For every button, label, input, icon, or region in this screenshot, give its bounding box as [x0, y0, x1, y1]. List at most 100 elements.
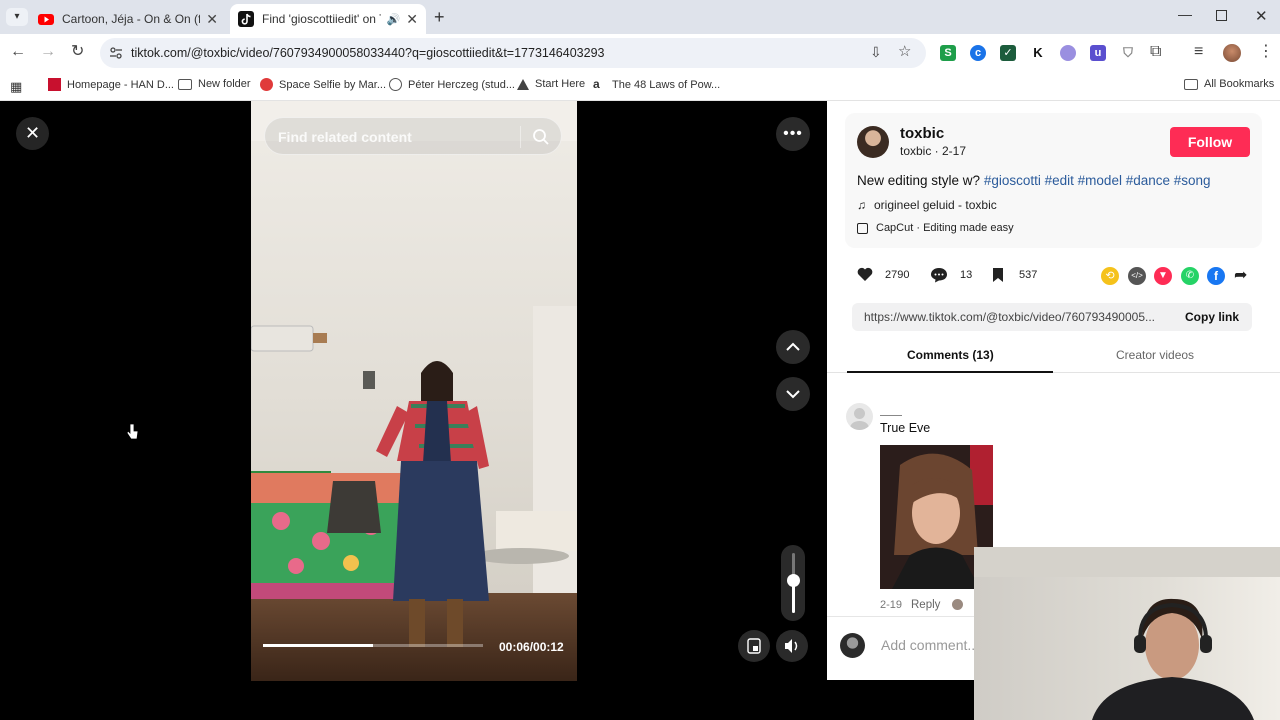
sound-label: origineel geluid - toxbic	[874, 198, 997, 212]
reply-button[interactable]: Reply	[911, 599, 940, 611]
back-icon[interactable]: ←	[10, 44, 26, 60]
whatsapp-icon[interactable]: ✆	[1181, 267, 1199, 285]
url-text: tiktok.com/@toxbic/video/760793490005803…	[131, 46, 605, 60]
bookmark-label: Start Here	[535, 78, 586, 90]
repost-icon[interactable]: ⟲	[1101, 267, 1119, 285]
extension-check-icon[interactable]: ✓	[1000, 45, 1016, 61]
volume-button[interactable]	[776, 630, 808, 662]
amazon-icon: a	[593, 77, 600, 91]
post-info-card: toxbic toxbic · 2-17 Follow New editing …	[845, 113, 1262, 248]
tab-comments[interactable]: Comments (13)	[907, 348, 994, 362]
capcut-link[interactable]: CapCut · Editing made easy	[857, 222, 1014, 234]
bookmark-48-laws[interactable]: a The 48 Laws of Pow...	[593, 78, 720, 91]
extension-shield-icon[interactable]: ⛉	[1120, 45, 1136, 61]
close-window-button[interactable]: ✕	[1255, 7, 1268, 25]
extension-u-icon[interactable]: u	[1090, 45, 1106, 61]
next-video-button[interactable]	[776, 377, 810, 411]
avatar[interactable]	[857, 126, 889, 158]
close-video-button[interactable]: ✕	[16, 117, 49, 150]
heart-icon	[857, 267, 873, 281]
menu-icon[interactable]: ⋮	[1258, 44, 1274, 60]
tab-youtube[interactable]: Cartoon, Jéja - On & On (feat. D ✕	[30, 4, 226, 34]
embed-icon[interactable]: </>	[1128, 267, 1146, 285]
extensions-puzzle-icon[interactable]: ⧉	[1150, 44, 1161, 60]
copy-link-button[interactable]: Copy link	[1185, 310, 1239, 324]
bookmark-label: Space Selfie by Mar...	[279, 78, 386, 91]
search-icon[interactable]	[532, 128, 550, 146]
tab-title: Cartoon, Jéja - On & On (feat. D	[62, 12, 201, 26]
hashtag-link[interactable]: #song	[1174, 173, 1211, 188]
apps-icon[interactable]: ▦	[10, 79, 22, 95]
minimize-button[interactable]: —	[1178, 6, 1192, 22]
previous-video-button[interactable]	[776, 330, 810, 364]
comment-avatar[interactable]	[846, 403, 873, 430]
bookmark-star-icon[interactable]: ☆	[898, 44, 911, 59]
folder-icon	[1184, 78, 1198, 90]
tab-tiktok[interactable]: Find 'gioscottiiedit' on TikTok 🔊 ✕	[230, 4, 426, 34]
find-related-search[interactable]: Find related content	[264, 117, 562, 155]
search-divider	[520, 126, 521, 148]
volume-knob[interactable]	[787, 574, 800, 587]
media-control-icon[interactable]: ≡	[1194, 44, 1203, 60]
video-frame[interactable]: Find related content 00:06/00:12	[251, 101, 577, 681]
video-progress-fill	[263, 644, 373, 647]
restore-button[interactable]	[1216, 10, 1227, 21]
follow-button[interactable]: Follow	[1170, 127, 1250, 157]
bookmark-label: The 48 Laws of Pow...	[612, 78, 721, 91]
comment-button[interactable]: 13	[930, 267, 972, 283]
volume-slider[interactable]	[781, 545, 805, 621]
capcut-label: CapCut · Editing made easy	[876, 222, 1014, 234]
mouse-cursor-icon	[127, 423, 139, 440]
bookmark-start-here[interactable]: Start Here	[517, 78, 585, 90]
tab-strip: ▾ Cartoon, Jéja - On & On (feat. D ✕ Fin…	[0, 0, 1280, 34]
profile-avatar[interactable]	[1223, 44, 1241, 62]
facebook-icon[interactable]: f	[1207, 267, 1225, 285]
extension-c-icon[interactable]: c	[970, 45, 986, 61]
tab-search-button[interactable]: ▾	[6, 8, 28, 26]
floating-player-button[interactable]	[738, 630, 770, 662]
sound-link[interactable]: ♫ origineel geluid - toxbic	[857, 198, 997, 212]
bookmarks-bar: ▦ Homepage - HAN D... New folder Space S…	[0, 72, 1280, 101]
extension-k-icon[interactable]: K	[1030, 45, 1046, 61]
tab-creator-videos[interactable]: Creator videos	[1116, 348, 1194, 362]
hashtag-link[interactable]: #edit	[1045, 173, 1074, 188]
address-bar[interactable]: tiktok.com/@toxbic/video/760793490005803…	[100, 38, 926, 68]
send-icon[interactable]: ▼	[1154, 267, 1172, 285]
browser-toolbar: ← → ↻ tiktok.com/@toxbic/video/760793490…	[0, 34, 1280, 72]
video-progress-track[interactable]	[263, 644, 483, 647]
like-button[interactable]: 2790	[857, 267, 909, 282]
music-note-icon: ♫	[857, 198, 866, 212]
hashtag-link[interactable]: #dance	[1126, 173, 1170, 188]
close-tab-icon[interactable]: ✕	[206, 11, 218, 28]
reload-icon[interactable]: ↻	[71, 44, 84, 60]
add-comment-placeholder: Add comment...	[881, 637, 980, 653]
new-tab-button[interactable]: +	[434, 7, 445, 28]
share-arrow-icon[interactable]: ➦	[1234, 265, 1247, 285]
tab-active-indicator	[847, 371, 1053, 373]
bookmark-homepage[interactable]: Homepage - HAN D...	[48, 78, 174, 91]
save-button[interactable]: 537	[991, 267, 1037, 283]
bookmark-new-folder[interactable]: New folder	[178, 78, 251, 90]
speaker-icon[interactable]: 🔊	[387, 13, 401, 26]
extension-s-icon[interactable]: S	[940, 45, 956, 61]
extension-cloud-icon[interactable]	[1060, 45, 1076, 61]
video-time: 00:06/00:12	[499, 640, 564, 654]
hashtag-link[interactable]: #model	[1078, 173, 1122, 188]
video-scene	[251, 101, 577, 681]
space-selfie-icon	[260, 78, 273, 91]
video-player-area: ✕ Find related content 00:06/00:12 •••	[0, 101, 827, 720]
hashtag-link[interactable]: #gioscotti	[984, 173, 1041, 188]
close-tab-icon[interactable]: ✕	[406, 11, 418, 28]
bookmark-label: Homepage - HAN D...	[67, 78, 174, 91]
bookmark-peter[interactable]: Péter Herczeg (stud...	[389, 78, 515, 91]
forward-icon[interactable]: →	[40, 44, 56, 60]
bookmark-space-selfie[interactable]: Space Selfie by Mar...	[260, 78, 386, 91]
site-info-icon[interactable]	[109, 46, 123, 60]
install-app-icon[interactable]: ⇩	[870, 45, 882, 59]
current-user-avatar	[840, 633, 865, 658]
all-bookmarks[interactable]: All Bookmarks	[1184, 78, 1274, 90]
mini-player-icon	[747, 638, 761, 654]
comment-author[interactable]: True Eve	[880, 421, 930, 435]
more-options-button[interactable]: •••	[776, 117, 810, 151]
username[interactable]: toxbic	[900, 125, 944, 142]
